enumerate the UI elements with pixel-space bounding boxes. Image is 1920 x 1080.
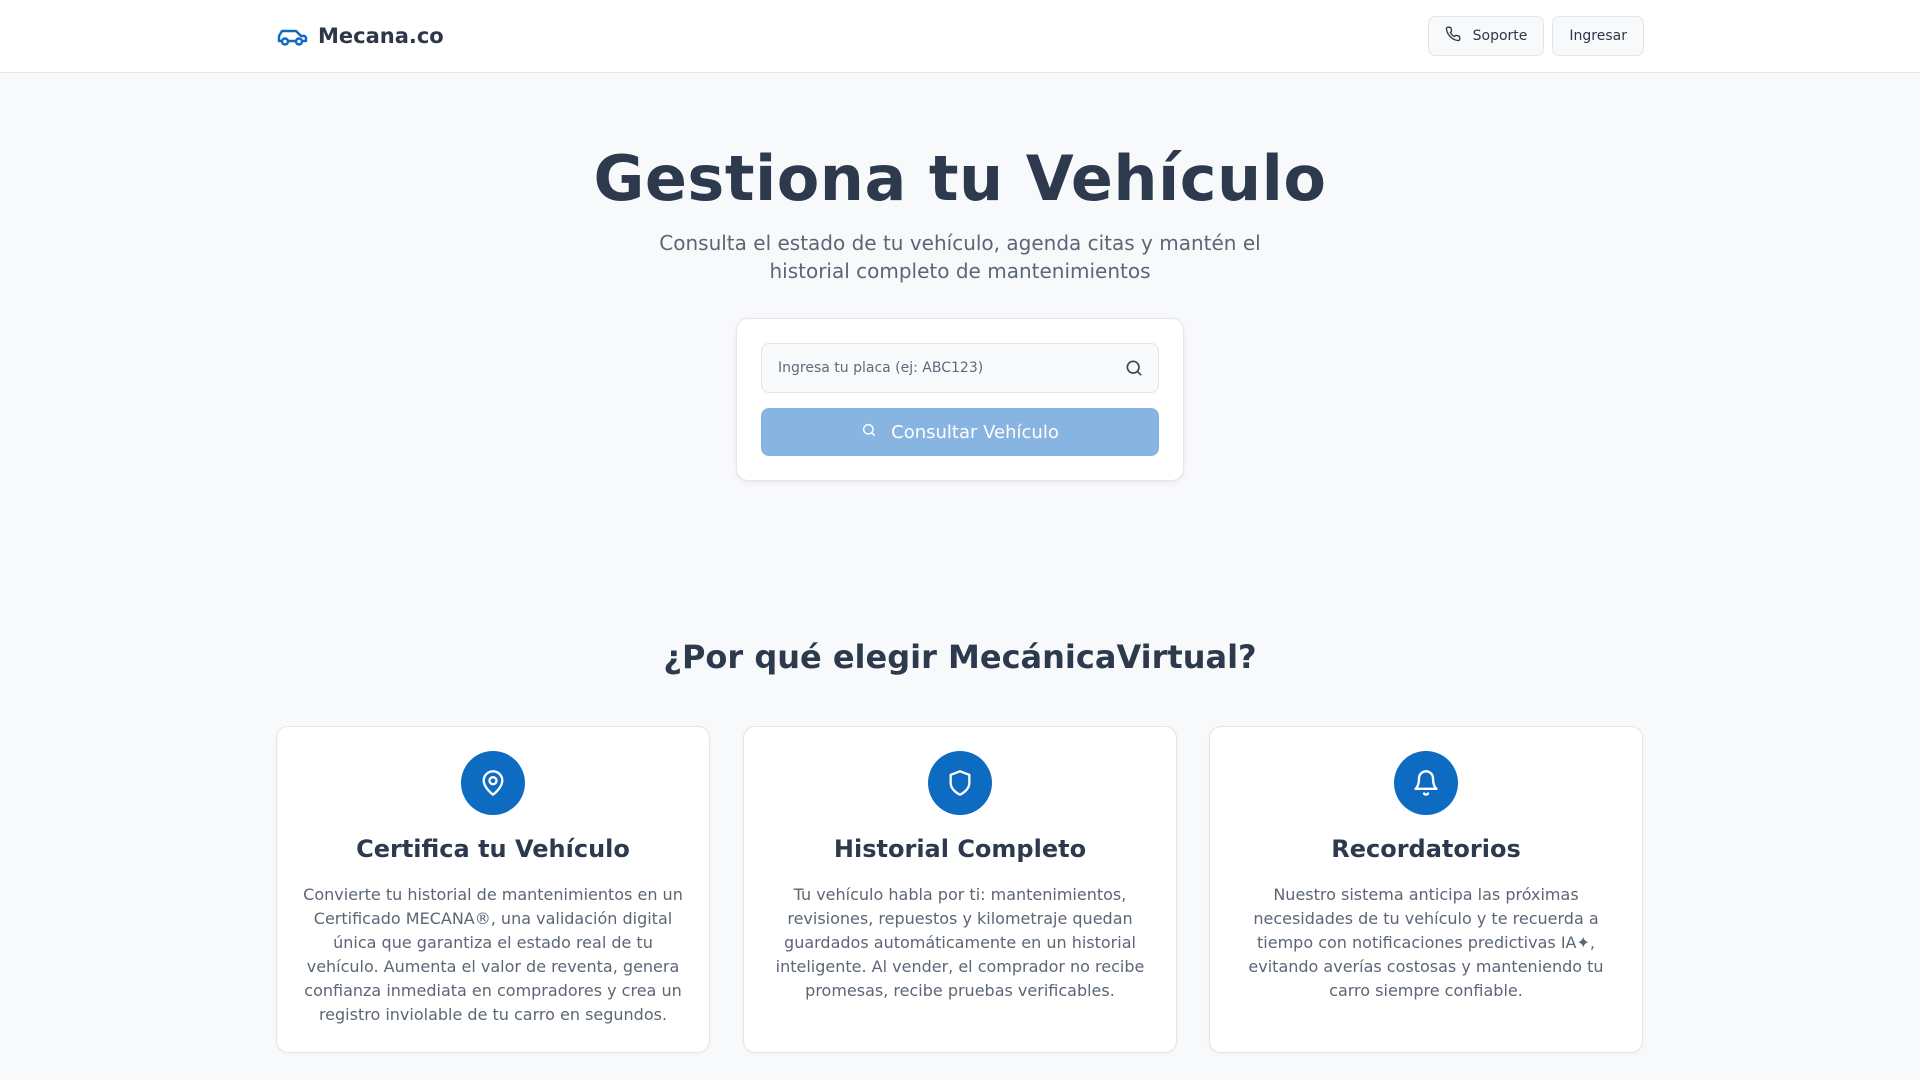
- consult-vehicle-button[interactable]: Consultar Vehículo: [761, 408, 1159, 456]
- bell-icon: [1394, 751, 1458, 815]
- shield-icon: [928, 751, 992, 815]
- search-icon: [861, 422, 877, 443]
- feature-card-reminders: Recordatorios Nuestro sistema anticipa l…: [1209, 726, 1643, 1053]
- feature-card-certify: Certifica tu Vehículo Convierte tu histo…: [276, 726, 710, 1053]
- plate-input-wrapper: [761, 343, 1159, 393]
- feature-title: Certifica tu Vehículo: [356, 835, 630, 863]
- support-label: Soporte: [1472, 28, 1528, 44]
- support-button[interactable]: Soporte: [1427, 16, 1545, 56]
- brand-name: Mecana.co: [318, 24, 444, 48]
- plate-search-card: Consultar Vehículo: [736, 318, 1184, 481]
- feature-card-history: Historial Completo Tu vehículo habla por…: [743, 726, 1177, 1053]
- page-subtitle: Consulta el estado de tu vehículo, agend…: [659, 231, 1261, 283]
- consult-button-label: Consultar Vehículo: [891, 421, 1059, 443]
- search-icon: [1124, 358, 1144, 378]
- top-header: Mecana.co Soporte Ingresar: [0, 0, 1920, 73]
- brand-logo[interactable]: Mecana.co: [276, 20, 444, 52]
- feature-description: Nuestro sistema anticipa las próximas ne…: [1248, 885, 1604, 1000]
- feature-description: Convierte tu historial de mantenimientos…: [303, 885, 683, 1024]
- plate-search-input[interactable]: [762, 344, 1112, 392]
- header-actions: Soporte Ingresar: [1427, 16, 1644, 56]
- car-icon: [276, 20, 308, 52]
- login-button[interactable]: Ingresar: [1552, 16, 1644, 56]
- feature-title: Recordatorios: [1331, 835, 1521, 863]
- feature-description: Tu vehículo habla por ti: mantenimientos…: [775, 885, 1145, 1000]
- features-title: ¿Por qué elegir MecánicaVirtual?: [663, 638, 1257, 676]
- page-title: Gestiona tu Vehículo: [593, 142, 1327, 215]
- phone-icon: [1445, 26, 1461, 46]
- map-pin-icon: [461, 751, 525, 815]
- feature-title: Historial Completo: [833, 835, 1087, 863]
